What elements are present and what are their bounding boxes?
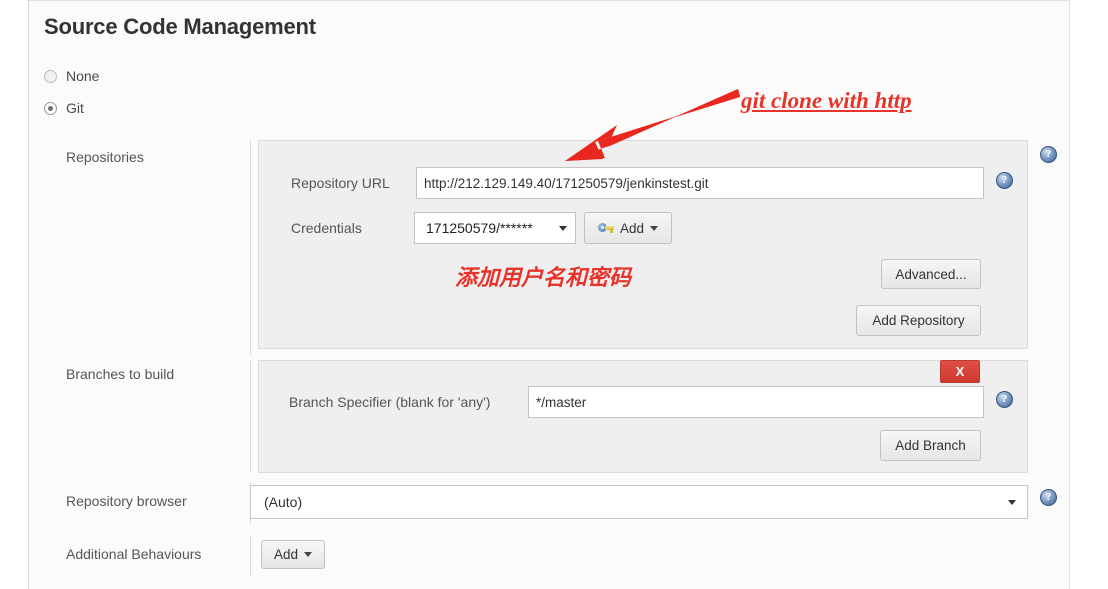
repositories-row-label: Repositories [66, 149, 144, 165]
add-repository-button[interactable]: Add Repository [856, 305, 981, 336]
advanced-button[interactable]: Advanced... [881, 259, 981, 289]
caret-down-icon [650, 225, 659, 231]
repository-url-label: Repository URL [291, 175, 390, 191]
top-divider [28, 0, 1070, 1]
help-icon-repository-browser[interactable]: ? [1040, 489, 1057, 506]
caret-down-icon [304, 552, 313, 557]
chevron-down-icon [1008, 500, 1016, 505]
help-icon-branch-specifier[interactable]: ? [996, 391, 1013, 408]
branches-row-label: Branches to build [66, 366, 175, 382]
credentials-select[interactable]: 171250579/****** [414, 212, 576, 244]
credentials-selected-value: 171250579/****** [426, 220, 533, 236]
help-icon-repositories[interactable]: ? [1040, 146, 1057, 163]
branch-specifier-label: Branch Specifier (blank for 'any') [289, 394, 491, 410]
help-icon-repository-url[interactable]: ? [996, 172, 1013, 189]
radio-option-none[interactable]: None [44, 68, 99, 84]
repository-browser-row-label: Repository browser [66, 493, 187, 509]
branch-specifier-input[interactable]: */master [528, 386, 984, 418]
scm-config-page: Source Code Management None Git Reposito… [0, 0, 1108, 589]
row-separator-branches [250, 360, 251, 473]
row-separator-repositories [250, 140, 251, 355]
radio-option-git[interactable]: Git [44, 100, 84, 116]
add-branch-button[interactable]: Add Branch [880, 430, 981, 461]
radio-none-label: None [66, 68, 100, 84]
right-border [1069, 0, 1070, 589]
key-icon [597, 222, 614, 234]
additional-behaviours-row-label: Additional Behaviours [66, 546, 202, 562]
annotation-git-clone-text: git clone with http [741, 88, 912, 113]
delete-branch-button[interactable]: X [940, 360, 980, 383]
repository-browser-select[interactable]: (Auto) [250, 485, 1028, 519]
repository-url-input[interactable]: http://212.129.149.40/171250579/jenkinst… [416, 167, 984, 199]
add-credentials-button[interactable]: Add [584, 212, 672, 244]
radio-none-mark[interactable] [44, 69, 57, 83]
page-title: Source Code Management [44, 14, 316, 39]
chevron-down-icon [559, 226, 567, 231]
add-credentials-label: Add [619, 220, 645, 236]
row-separator-additional [250, 536, 251, 576]
add-behaviour-label: Add [273, 547, 299, 562]
add-behaviour-button[interactable]: Add [261, 540, 325, 569]
radio-git-mark[interactable] [44, 101, 57, 115]
left-border [28, 0, 29, 589]
repository-browser-selected-value: (Auto) [264, 494, 303, 510]
credentials-label: Credentials [291, 220, 362, 236]
radio-git-label: Git [66, 100, 84, 116]
annotation-credentials-note-text: 添加用户名和密码 [455, 265, 632, 290]
